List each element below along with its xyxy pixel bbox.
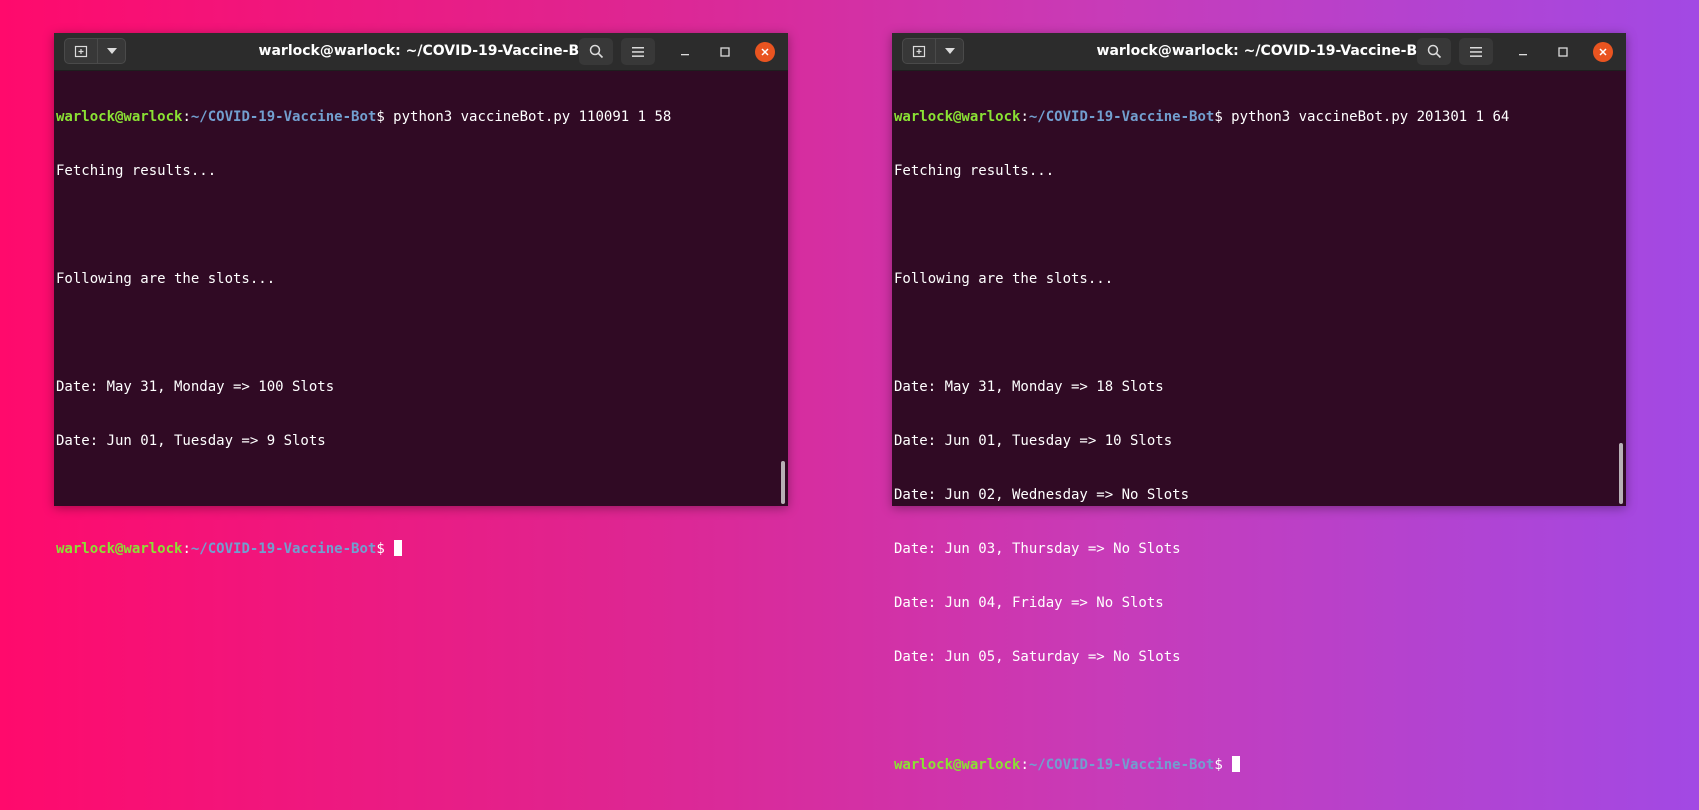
prompt-path: ~/COVID-19-Vaccine-Bot bbox=[190, 109, 377, 125]
new-tab-icon bbox=[74, 45, 88, 58]
chevron-down-icon bbox=[944, 48, 955, 54]
hamburger-menu-icon bbox=[1470, 46, 1482, 57]
prompt-line: warlock@warlock:~/COVID-19-Vaccine-Bot$ bbox=[894, 756, 1626, 774]
output-line-following: Following are the slots... bbox=[56, 271, 276, 287]
search-icon bbox=[589, 44, 603, 59]
terminal-output[interactable]: warlock@warlock:~/COVID-19-Vaccine-Bot$ … bbox=[54, 71, 788, 557]
minimize-button[interactable] bbox=[675, 42, 695, 62]
maximize-icon bbox=[720, 47, 730, 57]
menu-button[interactable] bbox=[621, 38, 655, 65]
output-line-following: Following are the slots... bbox=[894, 271, 1114, 287]
search-button[interactable] bbox=[1417, 38, 1451, 65]
prompt-user: warlock@warlock bbox=[894, 109, 1021, 125]
text-cursor bbox=[394, 540, 403, 556]
slot-line: Date: May 31, Monday => 100 Slots bbox=[56, 379, 335, 395]
prompt-user: warlock@warlock bbox=[894, 757, 1021, 773]
new-tab-split-button[interactable] bbox=[902, 38, 964, 64]
slot-line: Date: Jun 02, Wednesday => No Slots bbox=[894, 487, 1190, 503]
minimize-button[interactable] bbox=[1513, 42, 1533, 62]
prompt-dollar: $ bbox=[1214, 109, 1223, 125]
close-button[interactable] bbox=[755, 42, 775, 62]
slot-line: Date: Jun 03, Thursday => No Slots bbox=[894, 541, 1181, 557]
output-line-fetching: Fetching results... bbox=[894, 163, 1055, 179]
slot-line: Date: Jun 05, Saturday => No Slots bbox=[894, 649, 1181, 665]
menu-button[interactable] bbox=[1459, 38, 1493, 65]
text-cursor bbox=[1232, 756, 1241, 772]
prompt-dollar: $ bbox=[376, 541, 385, 557]
title-bar[interactable]: warlock@warlock: ~/COVID-19-Vaccine-Bot bbox=[54, 33, 788, 71]
scrollbar[interactable] bbox=[781, 461, 785, 504]
search-button[interactable] bbox=[579, 38, 613, 65]
close-icon bbox=[1599, 48, 1607, 56]
output-line-fetching: Fetching results... bbox=[56, 163, 217, 179]
terminal-window-left[interactable]: warlock@warlock: ~/COVID-19-Vaccine-Bot … bbox=[54, 33, 788, 557]
scrollbar[interactable] bbox=[1619, 443, 1623, 504]
prompt-dollar: $ bbox=[376, 109, 385, 125]
title-bar[interactable]: warlock@warlock: ~/COVID-19-Vaccine-Bot bbox=[892, 33, 1626, 71]
chevron-down-icon bbox=[106, 48, 117, 54]
minimize-icon bbox=[1519, 54, 1527, 56]
command-text: python3 vaccineBot.py 110091 1 58 bbox=[384, 109, 672, 125]
slot-line: Date: Jun 01, Tuesday => 10 Slots bbox=[894, 433, 1173, 449]
hamburger-menu-icon bbox=[632, 46, 644, 57]
close-icon bbox=[761, 48, 769, 56]
minimize-icon bbox=[681, 54, 689, 56]
maximize-icon bbox=[1558, 47, 1568, 57]
terminal-window-right[interactable]: warlock@warlock: ~/COVID-19-Vaccine-Bot … bbox=[892, 33, 1626, 773]
prompt-colon: : bbox=[182, 109, 191, 125]
maximize-button[interactable] bbox=[1553, 42, 1573, 62]
slot-line: Date: Jun 04, Friday => No Slots bbox=[894, 595, 1164, 611]
new-tab-split-button[interactable] bbox=[64, 38, 126, 64]
close-button[interactable] bbox=[1593, 42, 1613, 62]
prompt-user: warlock@warlock bbox=[56, 109, 183, 125]
command-line: warlock@warlock:~/COVID-19-Vaccine-Bot$ … bbox=[894, 108, 1626, 126]
slot-line: Date: May 31, Monday => 18 Slots bbox=[894, 379, 1164, 395]
terminal-output[interactable]: warlock@warlock:~/COVID-19-Vaccine-Bot$ … bbox=[892, 71, 1626, 773]
command-text: python3 vaccineBot.py 201301 1 64 bbox=[1222, 109, 1510, 125]
prompt-line: warlock@warlock:~/COVID-19-Vaccine-Bot$ bbox=[56, 540, 788, 558]
new-tab-dropdown-button[interactable] bbox=[936, 39, 963, 63]
prompt-colon: : bbox=[1020, 757, 1029, 773]
new-tab-button[interactable] bbox=[65, 39, 98, 63]
slot-line: Date: Jun 01, Tuesday => 9 Slots bbox=[56, 433, 326, 449]
new-tab-button[interactable] bbox=[903, 39, 936, 63]
new-tab-icon bbox=[912, 45, 926, 58]
new-tab-dropdown-button[interactable] bbox=[98, 39, 125, 63]
search-icon bbox=[1427, 44, 1441, 59]
maximize-button[interactable] bbox=[715, 42, 735, 62]
command-line: warlock@warlock:~/COVID-19-Vaccine-Bot$ … bbox=[56, 108, 788, 126]
prompt-colon: : bbox=[182, 541, 191, 557]
prompt-path: ~/COVID-19-Vaccine-Bot bbox=[1028, 109, 1215, 125]
prompt-path: ~/COVID-19-Vaccine-Bot bbox=[1028, 757, 1215, 773]
prompt-colon: : bbox=[1020, 109, 1029, 125]
prompt-dollar: $ bbox=[1214, 757, 1223, 773]
prompt-path: ~/COVID-19-Vaccine-Bot bbox=[190, 541, 377, 557]
prompt-user: warlock@warlock bbox=[56, 541, 183, 557]
